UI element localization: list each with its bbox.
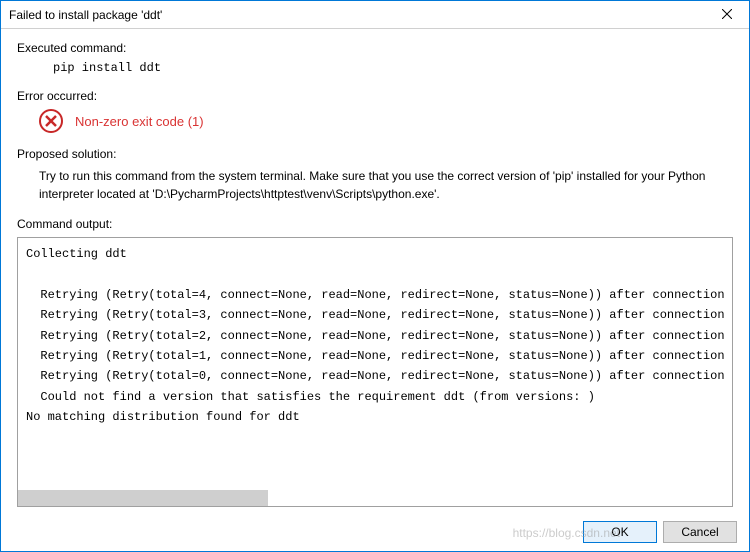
- cancel-button[interactable]: Cancel: [663, 521, 737, 543]
- command-output-box[interactable]: Collecting ddt Retrying (Retry(total=4, …: [17, 237, 733, 507]
- error-occurred-label: Error occurred:: [17, 89, 733, 103]
- error-message: Non-zero exit code (1): [75, 114, 204, 129]
- close-button[interactable]: [705, 1, 749, 29]
- horizontal-scrollbar[interactable]: [18, 490, 268, 506]
- button-row: OK Cancel: [1, 517, 749, 551]
- proposed-solution-label: Proposed solution:: [17, 147, 733, 161]
- executed-command-text: pip install ddt: [53, 61, 733, 75]
- close-icon: [722, 8, 732, 22]
- error-row: Non-zero exit code (1): [39, 109, 733, 133]
- titlebar: Failed to install package 'ddt': [1, 1, 749, 29]
- command-output-label: Command output:: [17, 217, 733, 231]
- error-icon: [39, 109, 63, 133]
- dialog-window: Failed to install package 'ddt' Executed…: [0, 0, 750, 552]
- command-output-text: Collecting ddt Retrying (Retry(total=4, …: [26, 247, 733, 424]
- ok-button[interactable]: OK: [583, 521, 657, 543]
- executed-command-label: Executed command:: [17, 41, 733, 55]
- proposed-solution-text: Try to run this command from the system …: [39, 167, 723, 203]
- dialog-content: Executed command: pip install ddt Error …: [1, 29, 749, 517]
- window-title: Failed to install package 'ddt': [9, 8, 162, 22]
